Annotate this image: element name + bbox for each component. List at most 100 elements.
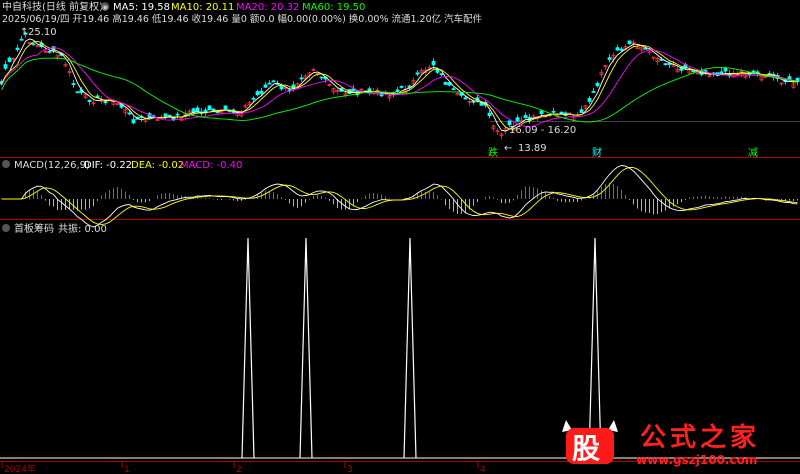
candle-body — [35, 45, 40, 48]
candle-body — [723, 68, 728, 72]
candle-body — [211, 108, 216, 111]
range-label: 16.09 - 16.20 — [509, 125, 576, 136]
indicator-spike — [588, 237, 602, 459]
candle-body — [515, 117, 520, 122]
candle-body — [127, 112, 132, 115]
candle-body — [539, 110, 544, 115]
macd-value: MACD: -0.40 — [180, 160, 242, 171]
indicator-spike — [403, 237, 417, 459]
indicator-settings-icon[interactable] — [2, 224, 10, 232]
macd-header: MACD(12,26,9) DIF: -0.22 DEA: -0.02 MACD… — [2, 160, 242, 171]
macd-dea: DEA: -0.02 — [131, 160, 184, 171]
logo-title: 公式之家 — [640, 422, 760, 453]
macd-dif-line — [1, 165, 798, 228]
chart-canvas[interactable]: 中自科技(日线 前复权) ◉ MA5: 19.58 MA10: 20.11 MA… — [0, 0, 800, 474]
candle-body — [579, 109, 584, 113]
ma-line-ma60 — [1, 57, 798, 123]
candle-body — [395, 89, 400, 92]
candle-body — [19, 38, 24, 41]
candle-body — [435, 68, 440, 73]
mark-jian: 减 — [748, 147, 758, 159]
ma5-label: MA5: 19.58 — [113, 2, 170, 13]
candle-body — [523, 115, 528, 119]
mark-die: 跌 — [488, 146, 498, 159]
candle-body — [587, 98, 592, 102]
candle-body — [263, 84, 268, 88]
macd-panel[interactable] — [1, 165, 798, 228]
candle-body — [551, 110, 556, 113]
ma-line-ma5 — [1, 38, 798, 132]
candle-body — [271, 80, 276, 83]
x-label-2: 2 — [236, 465, 242, 474]
candle-body — [319, 76, 324, 79]
low-label: 13.89 — [518, 143, 547, 154]
ma20-label: MA20: 20.32 — [236, 2, 299, 13]
candle-body — [667, 63, 672, 65]
mark-cai: 财 — [592, 146, 602, 159]
candle-body — [87, 99, 92, 102]
x-label-2024: 2024年 — [4, 463, 36, 474]
candle-body — [71, 83, 76, 85]
candle-body — [47, 50, 52, 53]
candle-body — [595, 82, 600, 87]
stock-name: 中自科技(日线 前复权) — [2, 0, 103, 13]
high-label: 25.10 — [28, 27, 57, 38]
candle-body — [479, 102, 484, 106]
logo-badge-text: 股 — [572, 432, 600, 465]
candle-body — [615, 47, 620, 51]
price-panel[interactable] — [0, 31, 800, 140]
candle-body — [487, 112, 492, 117]
quote-line: 2025/06/19/四 开19.46 高19.46 低19.46 收19.46… — [2, 13, 483, 25]
candle-body — [259, 90, 264, 94]
candle-body — [195, 107, 200, 112]
candle-body — [3, 64, 8, 69]
candle-body — [663, 63, 668, 65]
macd-dea-line — [1, 166, 798, 226]
low-arrow-icon: ← — [504, 143, 512, 154]
x-label-1: 1 — [124, 465, 130, 474]
candle-body — [207, 105, 212, 111]
candle-body — [299, 77, 304, 80]
x-axis: 2024年 1 2 3 4 — [1, 462, 486, 474]
candle-body — [439, 73, 444, 76]
candle-body — [15, 47, 20, 51]
candle-body — [399, 86, 404, 88]
candle-body — [131, 119, 136, 124]
candle-body — [75, 91, 80, 94]
settings-icon-glyph: ◉ — [102, 4, 108, 12]
candle-body — [267, 82, 272, 85]
candle-body — [31, 43, 36, 46]
ma10-label: MA10: 20.11 — [171, 2, 234, 13]
indicator-spike — [241, 237, 255, 459]
high-arrow-icon: ↑ — [20, 27, 28, 38]
ma60-label: MA60: 19.50 — [302, 2, 365, 13]
candle-body — [463, 97, 468, 100]
indicator-name: 首板筹码 — [14, 222, 54, 235]
candle-body — [223, 105, 228, 110]
candle-body — [175, 113, 180, 116]
ma-line-ma20 — [1, 47, 798, 128]
header-row-1: 中自科技(日线 前复权) ◉ MA5: 19.58 MA10: 20.11 MA… — [2, 0, 365, 13]
candle-body — [719, 71, 724, 75]
candle-body — [627, 40, 632, 45]
candle-body — [643, 47, 648, 50]
candle-body — [415, 72, 420, 75]
candle-body — [619, 48, 624, 51]
candle-body — [7, 57, 12, 63]
logo-url: www.gszj100.com — [636, 453, 757, 467]
candle-body — [451, 88, 456, 91]
candle-body — [255, 91, 260, 96]
candle-body — [431, 60, 436, 66]
macd-name: MACD(12,26,9) — [14, 160, 90, 171]
x-label-3: 3 — [347, 465, 353, 474]
ma-line-ma10 — [1, 40, 798, 130]
candle-body — [443, 82, 448, 85]
candle-body — [251, 97, 256, 100]
indicator-spike — [299, 237, 313, 459]
macd-settings-icon[interactable] — [2, 160, 10, 168]
watermark-logo: 股 公式之家 www.gszj100.com — [562, 420, 760, 467]
indicator-header: 首板筹码 共振: 0.00 — [2, 222, 107, 235]
indicator-value: 共振: 0.00 — [58, 222, 107, 235]
candle-body — [607, 57, 612, 60]
candle-body — [591, 90, 596, 93]
